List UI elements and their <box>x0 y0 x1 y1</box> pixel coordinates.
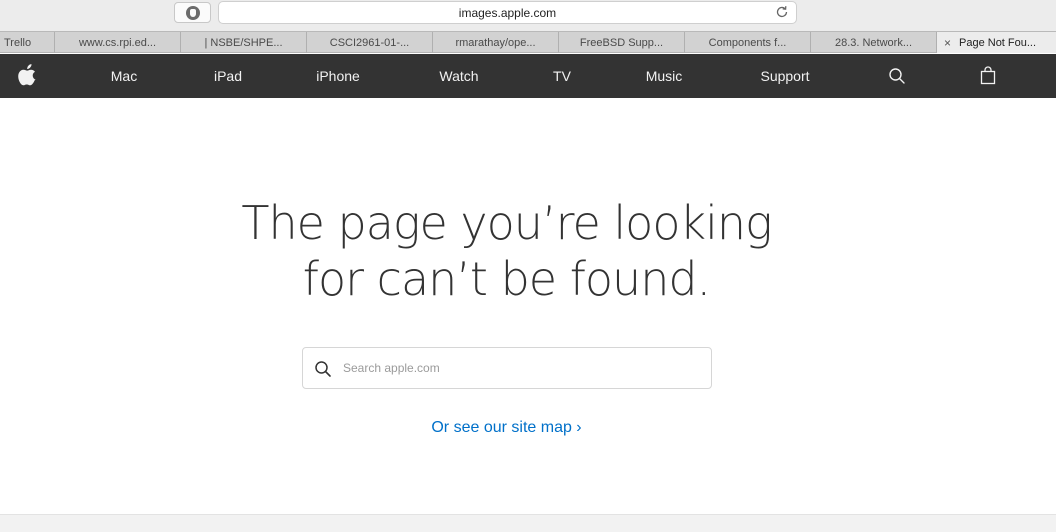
tab-csci2961[interactable]: CSCI2961-01-... <box>307 32 433 53</box>
page-title-line-1: The page you’re looking <box>241 196 772 250</box>
tab-label: rmarathay/ope... <box>455 36 536 49</box>
nav-item-music[interactable]: Music <box>646 54 683 98</box>
nav-item-watch[interactable]: Watch <box>439 54 478 98</box>
tab-label: Components f... <box>708 36 787 49</box>
tab-components[interactable]: Components f... <box>685 32 811 53</box>
tab-network[interactable]: 28.3. Network... <box>811 32 937 53</box>
address-bar[interactable]: images.apple.com <box>218 1 797 24</box>
address-url: images.apple.com <box>458 6 557 20</box>
tab-freebsd[interactable]: FreeBSD Supp... <box>559 32 685 53</box>
hand-icon <box>185 5 200 20</box>
tab-label: 28.3. Network... <box>834 36 913 49</box>
nav-item-tv[interactable]: TV <box>553 54 571 98</box>
nav-item-iphone[interactable]: iPhone <box>316 54 360 98</box>
nav-item-support[interactable]: Support <box>760 54 809 98</box>
page-title: The page you’re looking for can’t be fou… <box>0 195 1013 307</box>
apple-logo-icon[interactable] <box>16 64 38 86</box>
tab-nsbe-shpe[interactable]: | NSBE/SHPE... <box>181 32 307 53</box>
tab-trello[interactable]: Trello <box>0 32 55 53</box>
tab-label: CSCI2961-01-... <box>329 36 410 49</box>
search-icon[interactable] <box>886 65 908 87</box>
search-input[interactable] <box>343 358 703 378</box>
tab-label: Trello <box>4 36 32 49</box>
page-title-line-2: for can’t be found. <box>302 252 711 306</box>
tab-strip: Trello www.cs.rpi.ed... | NSBE/SHPE... C… <box>0 31 1056 53</box>
sitemap-link[interactable]: Or see our site map › <box>0 419 1013 437</box>
browser-toolbar: images.apple.com <box>0 0 1056 31</box>
nav-item-mac[interactable]: Mac <box>111 54 137 98</box>
close-tab-icon[interactable]: × <box>944 36 951 50</box>
tab-page-not-found[interactable]: × Page Not Fou... <box>937 32 1056 53</box>
tab-label: | NSBE/SHPE... <box>204 36 283 49</box>
nav-item-ipad[interactable]: iPad <box>214 54 242 98</box>
search-icon <box>315 361 331 377</box>
tab-label: Page Not Fou... <box>959 36 1037 49</box>
search-box[interactable] <box>302 347 712 389</box>
shopping-bag-icon[interactable] <box>977 65 999 87</box>
reload-icon[interactable] <box>774 4 790 20</box>
tab-label: FreeBSD Supp... <box>579 36 664 49</box>
global-nav: Mac iPad iPhone Watch TV Music Support <box>0 54 1056 98</box>
tab-cs-rpi[interactable]: www.cs.rpi.ed... <box>55 32 181 53</box>
extension-button[interactable] <box>174 2 211 23</box>
tab-rmarathay[interactable]: rmarathay/ope... <box>433 32 559 53</box>
page-footer <box>0 514 1056 532</box>
tab-label: www.cs.rpi.ed... <box>78 36 157 49</box>
